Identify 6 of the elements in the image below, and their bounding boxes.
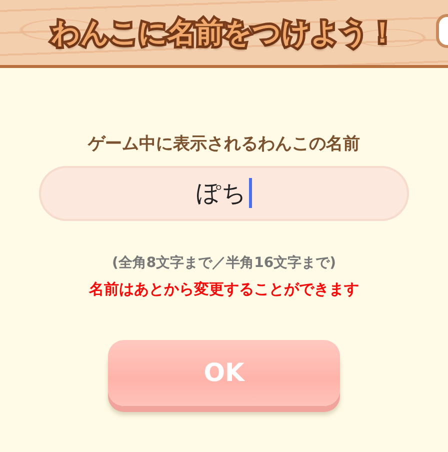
field-label: ゲーム中に表示されるわんこの名前: [88, 133, 360, 156]
length-hint: (全角8文字まで／半角16文字まで): [112, 254, 336, 272]
text-cursor: [248, 178, 252, 208]
name-field[interactable]: ぽち: [39, 166, 409, 220]
header-title: わんこに名前をつけよう！: [52, 14, 396, 50]
change-notice: 名前はあとから変更することができます: [89, 278, 359, 300]
